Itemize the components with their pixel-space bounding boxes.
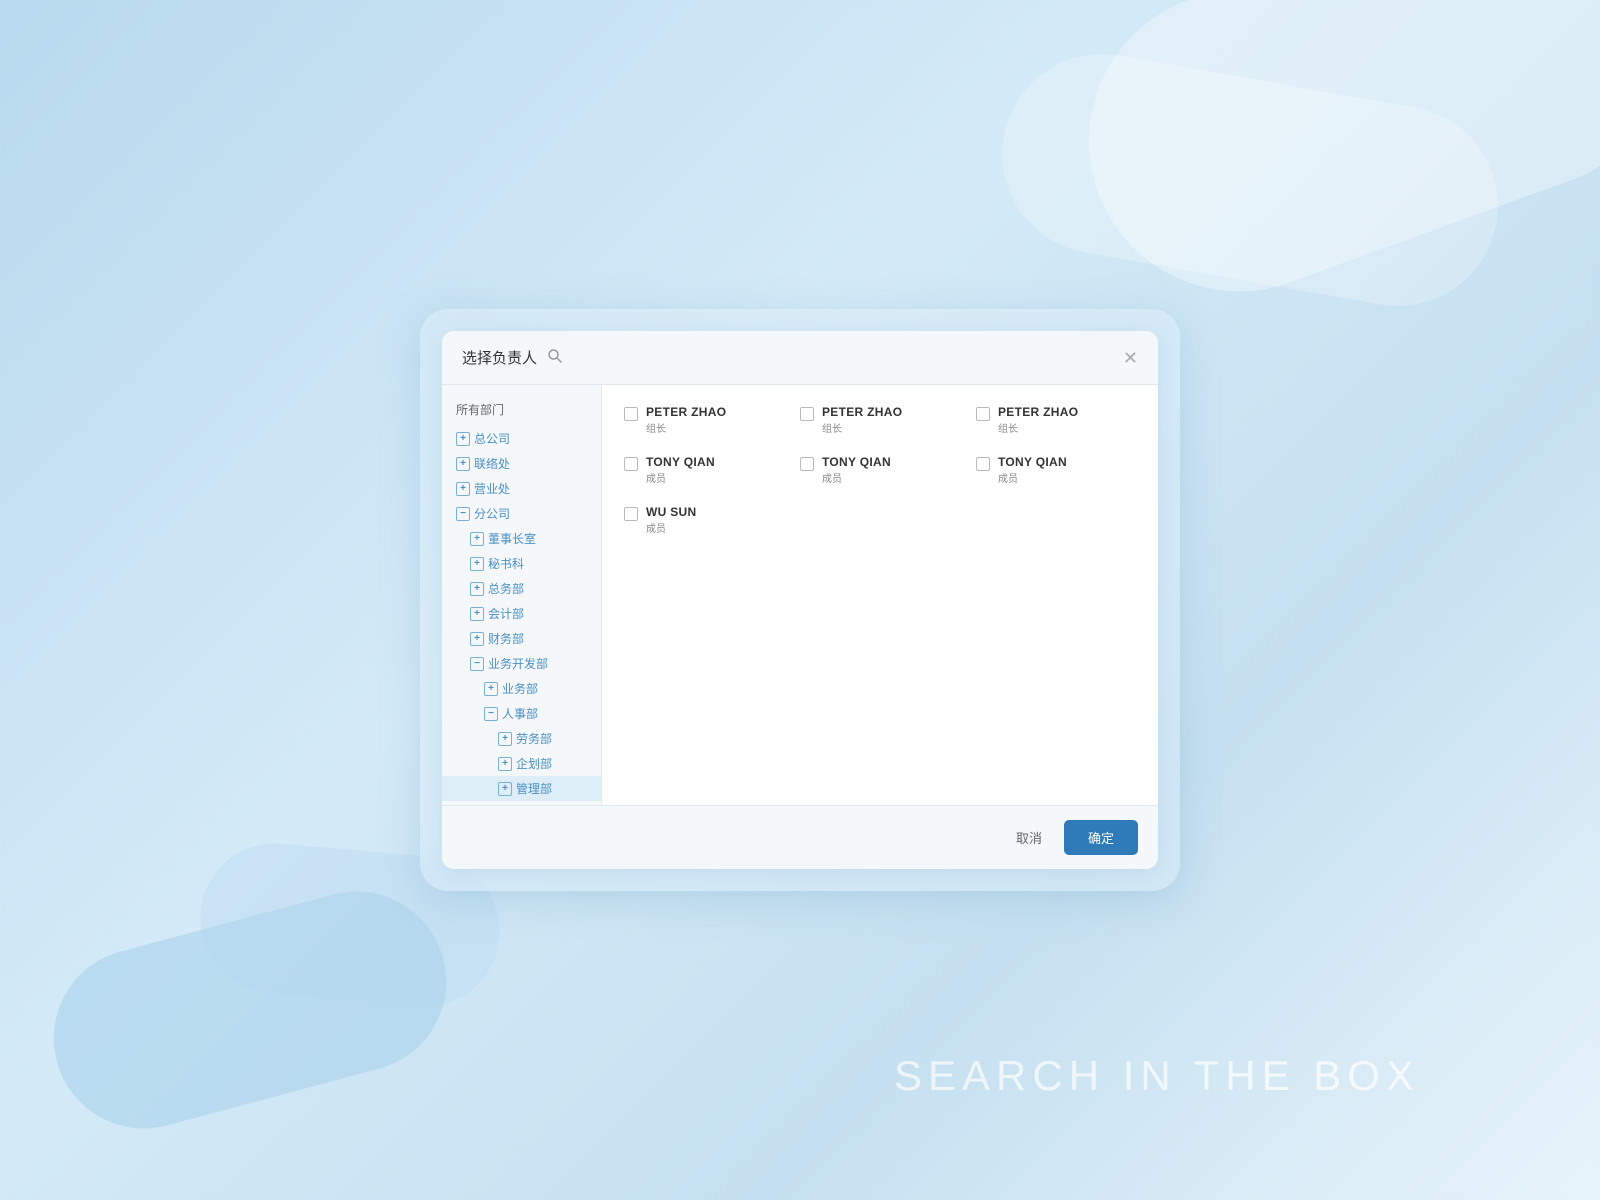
tree-item-sales[interactable]: + 业务部: [442, 676, 601, 701]
tree-toggle-branch[interactable]: −: [456, 507, 470, 521]
tree-item-board[interactable]: + 董事长室: [442, 526, 601, 551]
person-card-2[interactable]: PETER ZHAO组长: [970, 399, 1142, 441]
dialog-title: 选择负责人: [462, 347, 537, 368]
person-checkbox-3[interactable]: [624, 457, 638, 471]
tree-label-management: 管理部: [516, 780, 552, 797]
bottom-tagline: SEARCH IN THE BOX: [894, 1052, 1420, 1100]
person-info-1: PETER ZHAO组长: [822, 405, 902, 435]
tree-item-labor[interactable]: + 劳务部: [442, 726, 601, 751]
tree-item-hr[interactable]: −人事部: [442, 701, 601, 726]
person-info-4: TONY QIAN成员: [822, 455, 891, 485]
tree-item-network[interactable]: + 联络处: [442, 451, 601, 476]
person-info-5: TONY QIAN成员: [998, 455, 1067, 485]
tree-label-secretary: 秘书科: [488, 555, 524, 572]
tree-label-hr: 人事部: [502, 705, 538, 722]
tree-item-secretary[interactable]: + 秘书科: [442, 551, 601, 576]
tree-toggle-network[interactable]: +: [456, 457, 470, 471]
tree-item-admin[interactable]: + 总务部: [442, 576, 601, 601]
tree-toggle-planning[interactable]: +: [498, 757, 512, 771]
dialog-footer: 取消 确定: [442, 805, 1158, 869]
tree-toggle-general[interactable]: +: [456, 432, 470, 446]
tree-toggle-accounting[interactable]: +: [470, 607, 484, 621]
tree-container: +总公司+联络处+营业处−分公司+董事长室+秘书科+总务部+会计部+财务部−业务…: [442, 426, 601, 805]
person-role-0: 组长: [646, 420, 726, 435]
tree-item-branch[interactable]: −分公司: [442, 501, 601, 526]
person-card-4[interactable]: TONY QIAN成员: [794, 449, 966, 491]
person-checkbox-5[interactable]: [976, 457, 990, 471]
tree-item-accounting[interactable]: + 会计部: [442, 601, 601, 626]
dialog-header: 选择负责人 ✕: [442, 331, 1158, 385]
person-info-6: WU SUN成员: [646, 505, 696, 535]
person-card-5[interactable]: TONY QIAN成员: [970, 449, 1142, 491]
person-card-0[interactable]: PETER ZHAO组长: [618, 399, 790, 441]
outer-card: 选择负责人 ✕ 所有部门 +总公司+联络处+营业处−分公司+董事长室+秘书科+总…: [420, 309, 1180, 891]
tree-item-management[interactable]: + 管理部: [442, 776, 601, 801]
person-info-0: PETER ZHAO组长: [646, 405, 726, 435]
person-name-1: PETER ZHAO: [822, 405, 902, 419]
tree-toggle-secretary[interactable]: +: [470, 557, 484, 571]
tree-label-planning: 企划部: [516, 755, 552, 772]
tree-item-legal[interactable]: +法律部: [442, 801, 601, 805]
close-button[interactable]: ✕: [1123, 349, 1138, 367]
tree-item-general[interactable]: + 总公司: [442, 426, 601, 451]
person-role-4: 成员: [822, 470, 891, 485]
tree-toggle-marketing[interactable]: +: [456, 482, 470, 496]
tree-label-branch: 分公司: [474, 505, 510, 522]
tree-toggle-management[interactable]: +: [498, 782, 512, 796]
person-role-2: 组长: [998, 420, 1078, 435]
tree-toggle-board[interactable]: +: [470, 532, 484, 546]
search-icon[interactable]: [547, 348, 563, 367]
tree-label-network: 联络处: [474, 455, 510, 472]
person-card-3[interactable]: TONY QIAN成员: [618, 449, 790, 491]
select-person-dialog: 选择负责人 ✕ 所有部门 +总公司+联络处+营业处−分公司+董事长室+秘书科+总…: [442, 331, 1158, 869]
confirm-button[interactable]: 确定: [1064, 820, 1138, 855]
tree-label-bizdev: 业务开发部: [488, 655, 548, 672]
tree-toggle-admin[interactable]: +: [470, 582, 484, 596]
person-card-1[interactable]: PETER ZHAO组长: [794, 399, 966, 441]
tree-label-finance: 财务部: [488, 630, 524, 647]
tree-toggle-sales[interactable]: +: [484, 682, 498, 696]
tree-item-marketing[interactable]: + 营业处: [442, 476, 601, 501]
person-name-6: WU SUN: [646, 505, 696, 519]
person-role-3: 成员: [646, 470, 715, 485]
person-list-panel: PETER ZHAO组长PETER ZHAO组长PETER ZHAO组长TONY…: [602, 385, 1158, 805]
tree-item-bizdev[interactable]: −业务开发部: [442, 651, 601, 676]
tree-label-marketing: 营业处: [474, 480, 510, 497]
person-card-6[interactable]: WU SUN成员: [618, 499, 790, 541]
person-name-0: PETER ZHAO: [646, 405, 726, 419]
tree-toggle-labor[interactable]: +: [498, 732, 512, 746]
person-role-5: 成员: [998, 470, 1067, 485]
person-role-1: 组长: [822, 420, 902, 435]
tree-label-labor: 劳务部: [516, 730, 552, 747]
person-checkbox-0[interactable]: [624, 407, 638, 421]
person-name-5: TONY QIAN: [998, 455, 1067, 469]
tree-label-sales: 业务部: [502, 680, 538, 697]
tree-label-board: 董事长室: [488, 530, 536, 547]
person-name-3: TONY QIAN: [646, 455, 715, 469]
tree-label-general: 总公司: [474, 430, 510, 447]
person-name-2: PETER ZHAO: [998, 405, 1078, 419]
dialog-body: 所有部门 +总公司+联络处+营业处−分公司+董事长室+秘书科+总务部+会计部+财…: [442, 385, 1158, 805]
person-checkbox-1[interactable]: [800, 407, 814, 421]
tree-label-accounting: 会计部: [488, 605, 524, 622]
person-role-6: 成员: [646, 520, 696, 535]
person-info-2: PETER ZHAO组长: [998, 405, 1078, 435]
department-tree-panel: 所有部门 +总公司+联络处+营业处−分公司+董事长室+秘书科+总务部+会计部+财…: [442, 385, 602, 805]
tree-toggle-finance[interactable]: +: [470, 632, 484, 646]
tree-item-planning[interactable]: + 企划部: [442, 751, 601, 776]
tree-label-admin: 总务部: [488, 580, 524, 597]
cancel-button[interactable]: 取消: [1006, 822, 1052, 853]
tree-toggle-bizdev[interactable]: −: [470, 657, 484, 671]
tree-item-finance[interactable]: + 财务部: [442, 626, 601, 651]
person-checkbox-4[interactable]: [800, 457, 814, 471]
person-checkbox-2[interactable]: [976, 407, 990, 421]
person-name-4: TONY QIAN: [822, 455, 891, 469]
person-checkbox-6[interactable]: [624, 507, 638, 521]
tree-section-label: 所有部门: [442, 395, 601, 426]
tree-toggle-hr[interactable]: −: [484, 707, 498, 721]
person-info-3: TONY QIAN成员: [646, 455, 715, 485]
